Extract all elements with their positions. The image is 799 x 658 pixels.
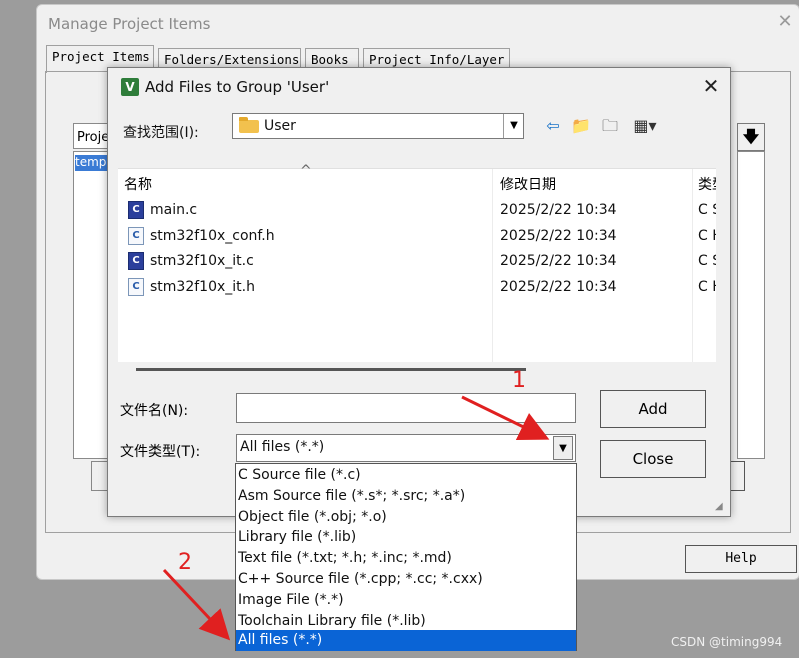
file-date: 2025/2/22 10:34	[500, 228, 617, 244]
file-type: C Source file	[698, 253, 716, 269]
dialog-title: Add Files to Group 'User'	[145, 78, 330, 96]
filetype-label: 文件类型(T):	[120, 444, 201, 460]
chevron-down-icon[interactable]: ▼	[503, 114, 524, 138]
close-icon[interactable]: ✕	[775, 11, 795, 32]
column-header-type[interactable]: 类型	[698, 174, 716, 194]
dropdown-option[interactable]: C Source file (*.c)	[236, 465, 576, 486]
file-type: C Header file	[698, 228, 716, 244]
filetype-dropdown-list[interactable]: C Source file (*.c) Asm Source file (*.s…	[235, 463, 577, 652]
back-arrow-icon[interactable]: ⇦	[542, 116, 564, 136]
keil-app-icon: V	[121, 78, 139, 96]
file-row[interactable]: C stm32f10x_it.c 2025/2/22 10:34 C Sourc…	[118, 249, 716, 274]
column-header-name[interactable]: 名称	[124, 174, 152, 194]
horizontal-scrollbar[interactable]	[136, 368, 526, 371]
dropdown-option[interactable]: Toolchain Library file (*.lib)	[236, 611, 576, 632]
dropdown-option[interactable]: C++ Source file (*.cpp; *.cc; *.cxx)	[236, 569, 576, 590]
file-row[interactable]: C main.c 2025/2/22 10:34 C Source file	[118, 198, 716, 223]
window-title: Manage Project Items	[48, 15, 211, 33]
column-header-date[interactable]: 修改日期	[500, 174, 556, 194]
move-down-button[interactable]: 🡇	[737, 123, 765, 151]
filetype-select[interactable]: All files (*.*) ▼	[236, 434, 576, 462]
look-in-combo[interactable]: User ▼	[232, 113, 524, 139]
project-targets-header: Project	[73, 123, 111, 149]
filename-label: 文件名(N):	[120, 403, 189, 419]
dropdown-option[interactable]: Object file (*.obj; *.o)	[236, 507, 576, 528]
add-files-dialog: V Add Files to Group 'User' ✕ 查找范围(I): U…	[107, 67, 731, 517]
dropdown-option[interactable]: Text file (*.txt; *.h; *.inc; *.md)	[236, 548, 576, 569]
help-button[interactable]: Help	[685, 545, 797, 573]
chevron-down-icon[interactable]: ▼	[553, 436, 573, 460]
dropdown-option[interactable]: Image File (*.*)	[236, 590, 576, 611]
filename-input[interactable]	[236, 393, 576, 423]
c-header-icon: C	[128, 278, 144, 296]
watermark: CSDN @timing994	[671, 635, 783, 649]
file-date: 2025/2/22 10:34	[500, 202, 617, 218]
close-button[interactable]: Close	[600, 440, 706, 478]
view-menu-icon[interactable]: ▦▾	[627, 116, 663, 136]
annotation-step-2: 2	[178, 550, 192, 575]
file-row[interactable]: C stm32f10x_conf.h 2025/2/22 10:34 C Hea…	[118, 224, 716, 249]
file-type: C Header file	[698, 279, 716, 295]
up-folder-icon[interactable]: 📁	[570, 116, 592, 136]
file-name: stm32f10x_it.c	[150, 253, 254, 269]
c-source-app-icon: C	[128, 201, 144, 219]
folder-icon	[239, 117, 259, 133]
dropdown-option[interactable]: Library file (*.lib)	[236, 527, 576, 548]
new-folder-icon[interactable]: 🗀	[599, 116, 621, 136]
resize-grip-icon[interactable]: ◢	[715, 501, 727, 513]
look-in-value: User	[264, 118, 296, 134]
filetype-value: All files (*.*)	[240, 439, 325, 455]
list-item[interactable]: template	[75, 155, 111, 171]
look-in-label: 查找范围(I):	[123, 125, 199, 141]
sort-caret-icon: ^	[300, 163, 312, 179]
close-icon[interactable]: ✕	[700, 74, 722, 98]
file-row[interactable]: C stm32f10x_it.h 2025/2/22 10:34 C Heade…	[118, 275, 716, 300]
c-header-icon: C	[128, 227, 144, 245]
file-list[interactable]: ^ 名称 修改日期 类型 C main.c 2025/2/22 10:34 C …	[118, 163, 716, 362]
annotation-step-1: 1	[512, 368, 526, 393]
file-date: 2025/2/22 10:34	[500, 279, 617, 295]
dropdown-option-selected[interactable]: All files (*.*)	[236, 630, 576, 652]
file-name: stm32f10x_it.h	[150, 279, 255, 295]
dropdown-option[interactable]: Asm Source file (*.s*; *.src; *.a*)	[236, 486, 576, 507]
files-list[interactable]	[737, 151, 765, 459]
add-button[interactable]: Add	[600, 390, 706, 428]
c-source-app-icon: C	[128, 252, 144, 270]
file-name: stm32f10x_conf.h	[150, 228, 275, 244]
file-name: main.c	[150, 202, 198, 218]
file-date: 2025/2/22 10:34	[500, 253, 617, 269]
file-type: C Source file	[698, 202, 716, 218]
